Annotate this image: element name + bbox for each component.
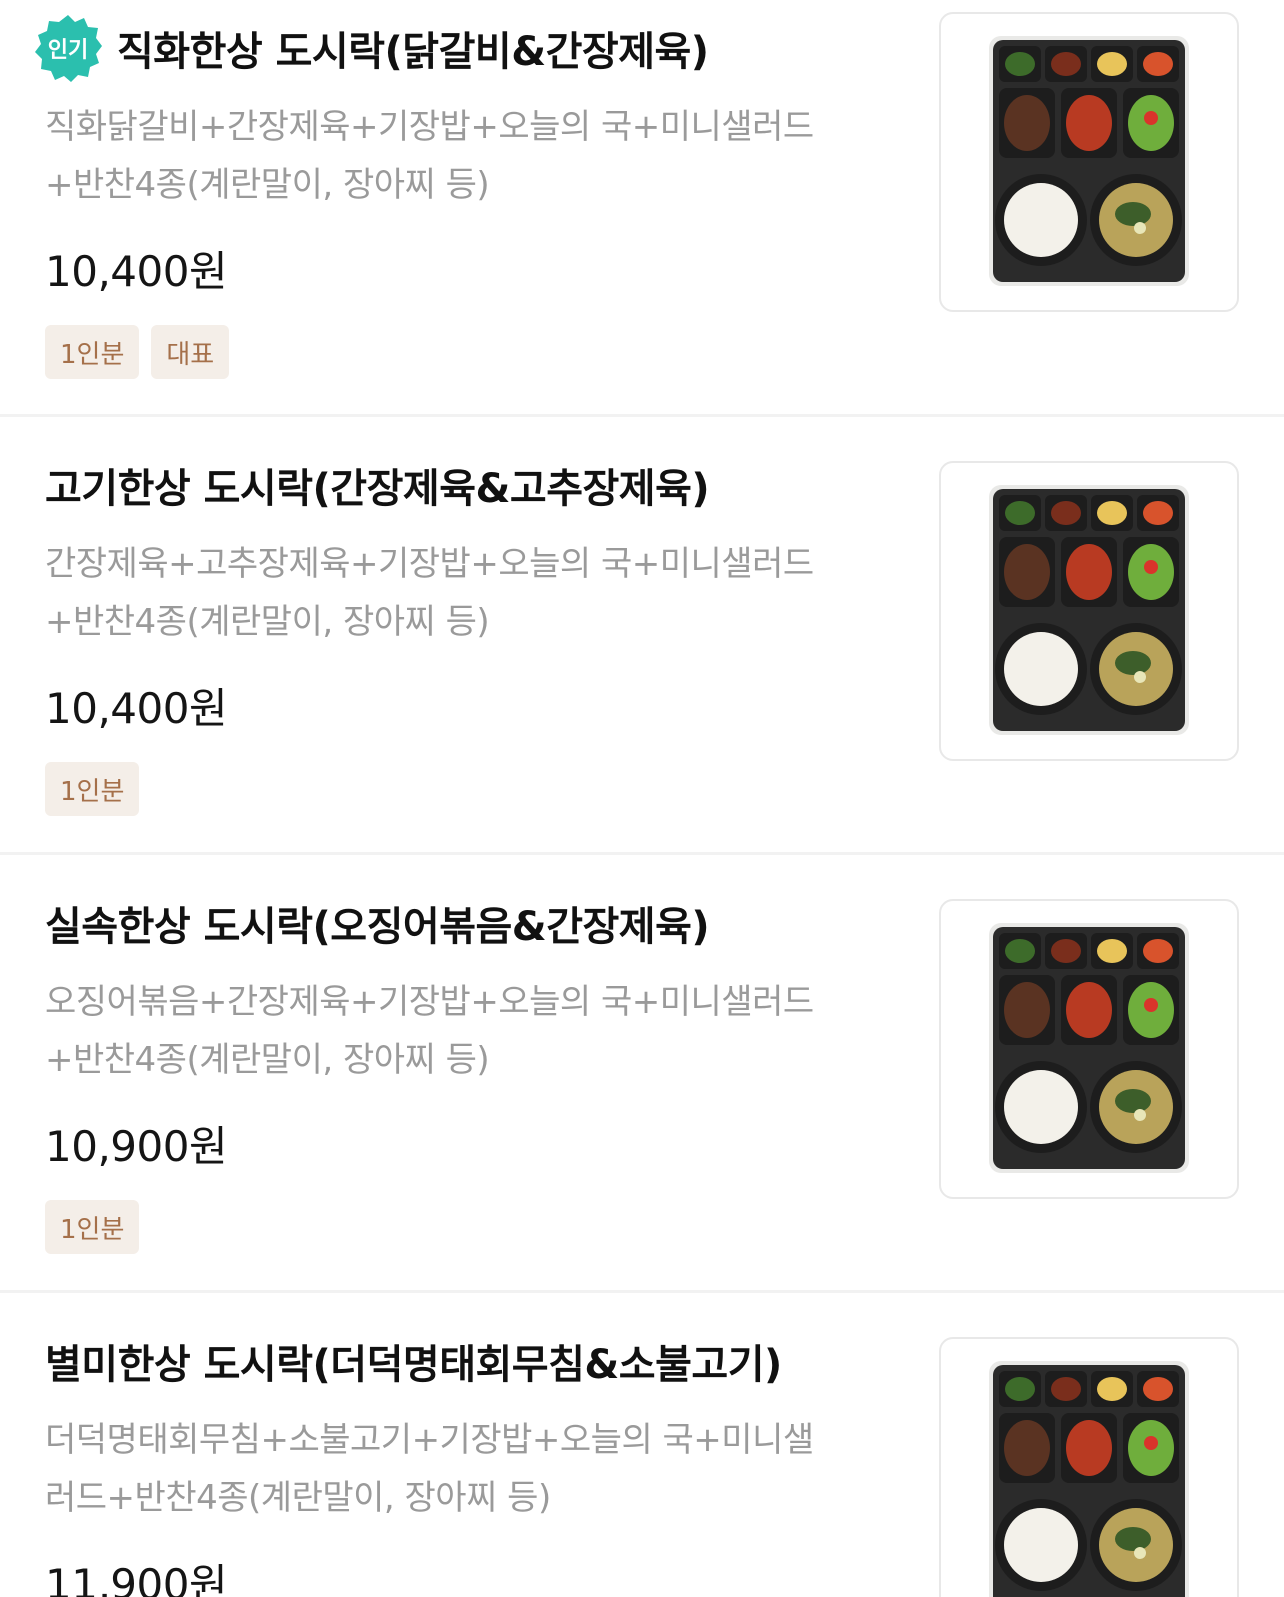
menu-image[interactable]: [939, 1337, 1239, 1597]
menu-description: 간장제육+고추장제육+기장밥+오늘의 국+미니샐러드 +반찬4종(계란말이, 장…: [45, 535, 905, 651]
menu-title: 고기한상 도시락(간장제육&고추장제육): [45, 466, 710, 512]
popular-badge-label: 인기: [47, 38, 89, 63]
title-row: 별미한상 도시락(더덕명태회무침&소불고기): [45, 1331, 905, 1391]
menu-title: 실속한상 도시락(오징어볶음&간장제육): [45, 904, 710, 950]
menu-item[interactable]: 고기한상 도시락(간장제육&고추장제육) 간장제육+고추장제육+기장밥+오늘의 …: [0, 417, 1284, 855]
menu-tags: 1인분 대표: [45, 325, 905, 379]
menu-description: 오징어볶음+간장제육+기장밥+오늘의 국+미니샐러드 +반찬4종(계란말이, 장…: [45, 973, 905, 1089]
menu-item-text: 고기한상 도시락(간장제육&고추장제육) 간장제육+고추장제육+기장밥+오늘의 …: [45, 455, 905, 816]
menu-description-line: 간장제육+고추장제육+기장밥+오늘의 국+미니샐러드: [45, 544, 814, 584]
menu-item[interactable]: 별미한상 도시락(더덕명태회무침&소불고기) 더덕명태회무침+소불고기+기장밥+…: [0, 1293, 1284, 1597]
menu-description-line: 직화닭갈비+간장제육+기장밥+오늘의 국+미니샐러드: [45, 107, 814, 147]
title-row: 인기 직화한상 도시락(닭갈비&간장제육): [35, 15, 905, 82]
menu-title: 별미한상 도시락(더덕명태회무침&소불고기): [45, 1342, 782, 1388]
title-row: 실속한상 도시락(오징어볶음&간장제육): [45, 893, 905, 953]
menu-title: 직화한상 도시락(닭갈비&간장제육): [117, 29, 709, 75]
title-row: 고기한상 도시락(간장제육&고추장제육): [45, 455, 905, 515]
menu-list: 인기 직화한상 도시락(닭갈비&간장제육) 직화닭갈비+간장제육+기장밥+오늘의…: [0, 0, 1284, 1597]
menu-description: 더덕명태회무침+소불고기+기장밥+오늘의 국+미니샐 러드+반찬4종(계란말이,…: [45, 1411, 905, 1527]
menu-item-text: 인기 직화한상 도시락(닭갈비&간장제육) 직화닭갈비+간장제육+기장밥+오늘의…: [35, 15, 905, 379]
tag-serving: 1인분: [45, 1200, 140, 1254]
tag-serving: 1인분: [45, 762, 140, 816]
tag-signature: 대표: [151, 325, 230, 379]
menu-item-text: 실속한상 도시락(오징어볶음&간장제육) 오징어볶음+간장제육+기장밥+오늘의 …: [45, 893, 905, 1254]
menu-price: 11,900원: [45, 1560, 228, 1597]
lunchbox-photo-icon: [989, 1361, 1189, 1597]
menu-description-line: +반찬4종(계란말이, 장아찌 등): [45, 602, 490, 642]
menu-image[interactable]: [939, 899, 1239, 1199]
menu-description-line: 더덕명태회무침+소불고기+기장밥+오늘의 국+미니샐: [45, 1420, 814, 1460]
lunchbox-photo-icon: [989, 36, 1189, 286]
lunchbox-photo-icon: [989, 485, 1189, 735]
menu-item[interactable]: 실속한상 도시락(오징어볶음&간장제육) 오징어볶음+간장제육+기장밥+오늘의 …: [0, 855, 1284, 1293]
tag-serving: 1인분: [45, 325, 140, 379]
menu-description-line: 러드+반찬4종(계란말이, 장아찌 등): [45, 1478, 551, 1518]
menu-tags: 1인분: [45, 1200, 905, 1254]
popular-badge: 인기: [33, 13, 103, 83]
menu-description-line: 오징어볶음+간장제육+기장밥+오늘의 국+미니샐러드: [45, 982, 814, 1022]
menu-price: 10,400원: [45, 684, 228, 733]
menu-price: 10,400원: [45, 247, 228, 296]
menu-description-line: +반찬4종(계란말이, 장아찌 등): [45, 1040, 490, 1080]
menu-description-line: +반찬4종(계란말이, 장아찌 등): [45, 165, 490, 205]
menu-item-text: 별미한상 도시락(더덕명태회무침&소불고기) 더덕명태회무침+소불고기+기장밥+…: [45, 1331, 905, 1597]
menu-tags: 1인분: [45, 762, 905, 816]
menu-description: 직화닭갈비+간장제육+기장밥+오늘의 국+미니샐러드 +반찬4종(계란말이, 장…: [45, 98, 905, 214]
menu-item[interactable]: 인기 직화한상 도시락(닭갈비&간장제육) 직화닭갈비+간장제육+기장밥+오늘의…: [0, 0, 1284, 417]
lunchbox-photo-icon: [989, 923, 1189, 1173]
menu-price: 10,900원: [45, 1122, 228, 1171]
menu-image[interactable]: [939, 461, 1239, 761]
menu-image[interactable]: [939, 12, 1239, 312]
